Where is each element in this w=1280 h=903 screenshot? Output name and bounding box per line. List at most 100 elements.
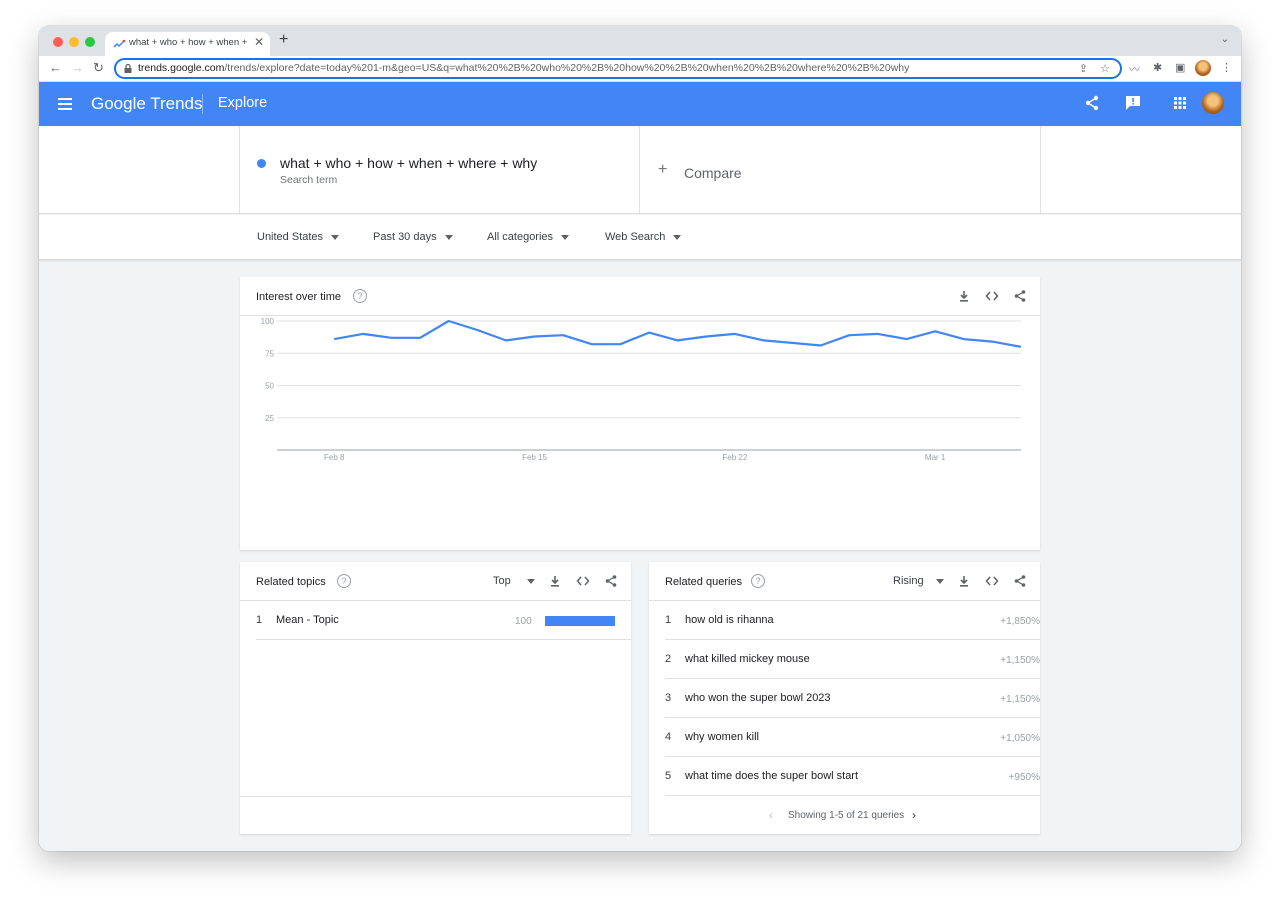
category-filter-label: All categories (487, 231, 554, 243)
y-tick-label: 50 (265, 382, 274, 391)
query-value: +1,150% (1000, 655, 1040, 666)
browser-menu-icon[interactable]: ⋮ (1221, 61, 1232, 74)
browser-profile-avatar[interactable] (1195, 60, 1211, 76)
queries-mode-label: Rising (893, 575, 924, 587)
region-filter[interactable]: United States (257, 231, 340, 243)
tab-search-icon[interactable]: ⌄ (1221, 34, 1229, 45)
query-rank: 5 (665, 770, 672, 782)
download-icon[interactable] (957, 289, 971, 303)
reload-button[interactable]: ↻ (93, 60, 104, 76)
x-tick-label: Feb 8 (324, 453, 345, 462)
y-tick-label: 25 (265, 414, 274, 423)
share-icon[interactable] (604, 574, 618, 588)
query-rank: 1 (665, 614, 672, 626)
topic-value-bar-fill (545, 616, 615, 626)
topics-mode-select[interactable]: Top (493, 575, 535, 587)
topic-row[interactable]: 1 Mean - Topic 100 (256, 601, 631, 640)
query-label: what killed mickey mouse (685, 653, 810, 665)
term-color-dot (257, 159, 266, 168)
trends-header: Google Trends Explore (39, 82, 1241, 126)
time-filter[interactable]: Past 30 days (373, 231, 453, 243)
account-avatar[interactable] (1202, 92, 1224, 114)
card-title: Related topics (256, 576, 326, 588)
dropdown-arrow-icon (331, 234, 340, 240)
query-value: +1,050% (1000, 733, 1040, 744)
feedback-icon[interactable] (1124, 94, 1142, 112)
compare-button[interactable]: Compare (684, 165, 742, 181)
query-value: +1,150% (1000, 694, 1040, 705)
query-row[interactable]: 4 why women kill +1,050% (665, 718, 1040, 757)
browser-toolbar: ← → ↻ trends.google.com/trends/explore?d… (39, 56, 1241, 82)
browser-tab[interactable]: what + who + how + when + wh ✕ (105, 32, 270, 56)
minimize-window-button[interactable] (69, 37, 79, 47)
menu-icon[interactable] (58, 98, 72, 110)
pagination-text: Showing 1-5 of 21 queries (788, 810, 905, 821)
card-footer-divider (240, 796, 631, 797)
extension-icon[interactable]: 〰 (1129, 61, 1140, 77)
query-rank: 4 (665, 731, 672, 743)
download-icon[interactable] (957, 574, 971, 588)
queries-mode-select[interactable]: Rising (893, 575, 944, 587)
series-line[interactable] (334, 319, 1022, 348)
close-tab-icon[interactable]: ✕ (254, 35, 264, 49)
maximize-window-button[interactable] (85, 37, 95, 47)
topic-label: Mean - Topic (276, 614, 339, 626)
query-label: what time does the super bowl start (685, 770, 859, 782)
topics-mode-label: Top (493, 575, 511, 587)
share-page-icon[interactable]: ⇪ (1079, 62, 1088, 75)
bookmark-star-icon[interactable]: ☆ (1100, 62, 1110, 75)
embed-icon[interactable] (985, 289, 999, 303)
query-row[interactable]: 2 what killed mickey mouse +1,150% (665, 640, 1040, 679)
divider (639, 126, 640, 214)
extensions-puzzle-icon[interactable]: ✱ (1153, 61, 1162, 74)
share-icon[interactable] (1013, 574, 1027, 588)
add-icon[interactable]: + (658, 161, 667, 179)
help-icon[interactable]: ? (337, 574, 351, 588)
query-value: +950% (1008, 772, 1040, 783)
back-button[interactable]: ← (49, 60, 62, 75)
related-topics-card: Related topics ? Top 1 Mean - Topic 100 (240, 562, 631, 834)
forward-button[interactable]: → (71, 60, 84, 75)
x-tick-label: Feb 15 (522, 453, 547, 462)
page-title: Explore (218, 95, 268, 111)
help-icon[interactable]: ? (751, 574, 765, 588)
category-filter[interactable]: All categories (487, 231, 570, 243)
google-trends-logo[interactable]: Google Trends (91, 94, 203, 114)
share-icon[interactable] (1013, 289, 1027, 303)
browser-window: what + who + how + when + wh ✕ + ⌄ ← → ↻… (39, 26, 1241, 851)
search-type-filter[interactable]: Web Search (605, 231, 682, 243)
dropdown-arrow-icon (444, 234, 453, 240)
apps-grid-icon[interactable] (1171, 94, 1189, 112)
side-panel-icon[interactable]: ▣ (1175, 61, 1185, 74)
search-term-label: Search term (280, 174, 338, 186)
divider (239, 126, 240, 214)
query-label: why women kill (685, 731, 759, 743)
search-term-input[interactable]: what + who + how + when + where + why (280, 155, 537, 171)
next-page-button[interactable]: › (912, 808, 916, 822)
url-host: trends.google.com (138, 62, 225, 74)
card-header-divider (240, 315, 1040, 316)
share-icon[interactable] (1083, 94, 1101, 112)
download-icon[interactable] (548, 574, 562, 588)
query-row[interactable]: 3 who won the super bowl 2023 +1,150% (665, 679, 1040, 718)
new-tab-button[interactable]: + (279, 31, 288, 49)
tab-strip: what + who + how + when + wh ✕ + ⌄ (39, 26, 1241, 56)
query-row[interactable]: 1 how old is rihanna +1,850% (665, 601, 1040, 640)
interest-over-time-card: Interest over time ? 25 50 75 100 Feb 8 Feb 1… (240, 277, 1040, 550)
search-terms-bar: what + who + how + when + where + why Se… (39, 126, 1241, 214)
dropdown-arrow-icon (526, 578, 535, 584)
close-window-button[interactable] (53, 37, 63, 47)
query-label: who won the super bowl 2023 (685, 692, 831, 704)
embed-icon[interactable] (576, 574, 590, 588)
address-bar[interactable]: trends.google.com/trends/explore?date=to… (114, 58, 1122, 79)
topic-rank: 1 (256, 614, 263, 626)
trends-favicon-icon (113, 39, 125, 48)
query-label: how old is rihanna (685, 614, 774, 626)
url-text: trends.google.com/trends/explore?date=to… (138, 62, 909, 74)
x-tick-label: Mar 1 (925, 453, 946, 462)
prev-page-button[interactable]: ‹ (769, 808, 773, 822)
help-icon[interactable]: ? (353, 289, 367, 303)
embed-icon[interactable] (985, 574, 999, 588)
url-path: /trends/explore?date=today%201-m&geo=US&… (224, 62, 910, 74)
query-row[interactable]: 5 what time does the super bowl start +9… (665, 757, 1040, 796)
